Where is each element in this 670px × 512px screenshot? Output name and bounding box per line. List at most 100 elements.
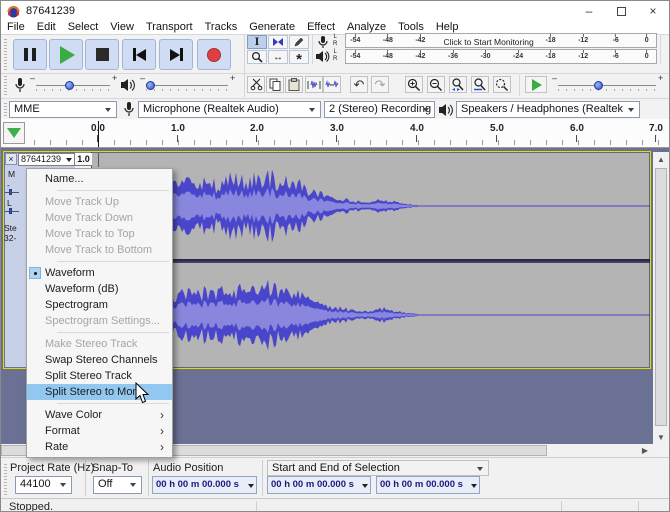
play-at-speed-button[interactable]	[525, 76, 547, 93]
gain-slider-track[interactable]	[5, 192, 19, 193]
slider-thumb[interactable]	[594, 81, 603, 90]
time-shift-tool-button[interactable]: ↔	[268, 50, 288, 64]
vertical-scrollbar-thumb[interactable]	[655, 168, 667, 426]
record-button[interactable]	[197, 39, 231, 70]
stop-button[interactable]	[85, 39, 119, 70]
zoom-toggle-button[interactable]	[493, 76, 511, 93]
draw-tool-button[interactable]	[289, 35, 309, 49]
gain-slider-thumb[interactable]	[9, 189, 12, 195]
playback-meter[interactable]: -54-48-42-36-30-24-18-12-60	[345, 49, 657, 64]
toolbar-grip[interactable]	[4, 463, 7, 495]
copy-button[interactable]	[266, 76, 284, 93]
scroll-down-icon[interactable]: ▼	[653, 430, 669, 444]
fit-selection-button[interactable]	[449, 76, 467, 93]
silence-audio-button[interactable]	[323, 76, 341, 93]
menu-item[interactable]: Wave Color ›	[27, 407, 172, 423]
menu-bar-item[interactable]: Tracks	[199, 21, 244, 34]
menu-item[interactable]	[57, 332, 169, 333]
pause-button[interactable]	[13, 39, 47, 70]
track-name-dropdown[interactable]: 87641239	[18, 153, 75, 166]
slider-thumb[interactable]	[65, 81, 74, 90]
menu-bar-item[interactable]: Transport	[140, 21, 199, 34]
zoom-tool-button[interactable]	[247, 50, 267, 64]
audio-position-field[interactable]: 00 h 00 m 00.000 s	[152, 476, 257, 494]
multi-tool-button[interactable]: *	[289, 50, 309, 64]
toolbar-grip[interactable]	[4, 37, 7, 70]
menu-item[interactable]: Make Stereo Track	[27, 336, 172, 352]
selection-tool-button[interactable]: I	[247, 35, 267, 49]
zoom-out-button[interactable]	[427, 76, 445, 93]
redo-button[interactable]: ↷	[371, 76, 389, 93]
scroll-up-icon[interactable]: ▲	[653, 152, 669, 166]
playback-volume-slider[interactable]	[146, 80, 228, 91]
playback-device-select[interactable]: Speakers / Headphones (Realtek	[456, 101, 640, 118]
playback-speed-slider[interactable]	[558, 80, 656, 91]
play-button[interactable]	[49, 39, 83, 70]
toolbar-grip[interactable]	[4, 76, 7, 95]
menu-bar-item[interactable]: Select	[62, 21, 105, 34]
play-meter-speaker-icon[interactable]	[315, 50, 330, 63]
menu-item[interactable]	[57, 261, 169, 262]
project-rate-select[interactable]: 44100	[15, 476, 72, 494]
menu-item[interactable]	[57, 190, 169, 191]
undo-button[interactable]: ↶	[350, 76, 368, 93]
menu-item[interactable]: Name...	[27, 171, 172, 187]
selection-start-field[interactable]: 00 h 00 m 00.000 s	[267, 476, 371, 494]
close-button[interactable]: ×	[637, 1, 669, 21]
menu-bar-item[interactable]: Generate	[243, 21, 301, 34]
trim-audio-button[interactable]	[305, 76, 323, 93]
waveform-channel-right[interactable]	[92, 263, 650, 367]
menu-item[interactable]: Split Stereo Track	[27, 368, 172, 384]
skip-to-end-button[interactable]	[159, 39, 193, 70]
menu-bar-item[interactable]: View	[104, 21, 140, 34]
waveform-channel-left[interactable]	[92, 153, 650, 259]
menu-item[interactable]: Move Track to Top	[27, 226, 172, 242]
audio-host-select[interactable]: MME	[9, 101, 117, 118]
track-close-button[interactable]: ×	[5, 153, 17, 165]
cut-button[interactable]	[247, 76, 265, 93]
envelope-tool-button[interactable]	[268, 35, 288, 49]
minimize-button[interactable]: –	[573, 1, 605, 21]
scroll-right-icon[interactable]: ▶	[638, 444, 652, 457]
fit-project-button[interactable]	[471, 76, 489, 93]
timeline-ruler[interactable]: 0.01.02.03.04.05.06.07.0	[1, 119, 670, 148]
menu-item[interactable]: Move Track to Bottom	[27, 242, 172, 258]
recording-channels-select[interactable]: 2 (Stereo) Recording Chan	[324, 101, 435, 118]
paste-button[interactable]	[285, 76, 303, 93]
menu-item[interactable]: Move Track Up	[27, 194, 172, 210]
skip-to-start-button[interactable]	[122, 39, 156, 70]
recording-device-select[interactable]: Microphone (Realtek Audio)	[138, 101, 321, 118]
menu-bar-item[interactable]: Effect	[301, 21, 341, 34]
menu-item[interactable]: Swap Stereo Channels	[27, 352, 172, 368]
menu-item[interactable]: Waveform (dB)	[27, 281, 172, 297]
recording-volume-slider[interactable]	[36, 80, 110, 91]
quick-play-button[interactable]	[3, 122, 25, 144]
maximize-button[interactable]	[605, 1, 637, 21]
selection-end-field[interactable]: 00 h 00 m 00.000 s	[376, 476, 480, 494]
menu-item[interactable]: Spectrogram	[27, 297, 172, 313]
menu-item[interactable]: Move Track Down	[27, 210, 172, 226]
pan-slider-thumb[interactable]	[9, 208, 12, 214]
menu-item[interactable]: Waveform	[27, 265, 172, 281]
pan-slider-track[interactable]	[5, 211, 19, 212]
vertical-scrollbar[interactable]: ▲ ▼	[653, 152, 669, 444]
menu-bar-item[interactable]: File	[1, 21, 31, 34]
snap-to-select[interactable]: Off	[93, 476, 142, 494]
menu-item[interactable]: Split Stereo to Mono	[27, 384, 172, 400]
menu-bar-item[interactable]: Edit	[31, 21, 62, 34]
menu-item[interactable]	[57, 403, 169, 404]
monitor-text[interactable]: Click to Start Monitoring	[443, 37, 533, 47]
selection-mode-select[interactable]: Start and End of Selection	[267, 460, 489, 476]
mute-button-fragment[interactable]: M	[8, 170, 15, 179]
zoom-in-button[interactable]	[405, 76, 423, 93]
record-meter-mic-icon[interactable]	[316, 35, 330, 49]
menu-item[interactable]: Format ›	[27, 423, 172, 439]
toolbar-grip[interactable]	[4, 101, 7, 116]
project-rate-label: Project Rate (Hz)	[10, 462, 94, 474]
menu-item-label: Make Stereo Track	[45, 338, 137, 350]
recording-meter[interactable]: Click to Start Monitoring -54-48-42-18-1…	[345, 33, 657, 48]
menu-item[interactable]: Spectrogram Settings...	[27, 313, 172, 329]
menu-item[interactable]: Rate ›	[27, 439, 172, 455]
slider-thumb[interactable]	[146, 81, 155, 90]
pan-slider-fragment[interactable]: L	[7, 199, 12, 208]
